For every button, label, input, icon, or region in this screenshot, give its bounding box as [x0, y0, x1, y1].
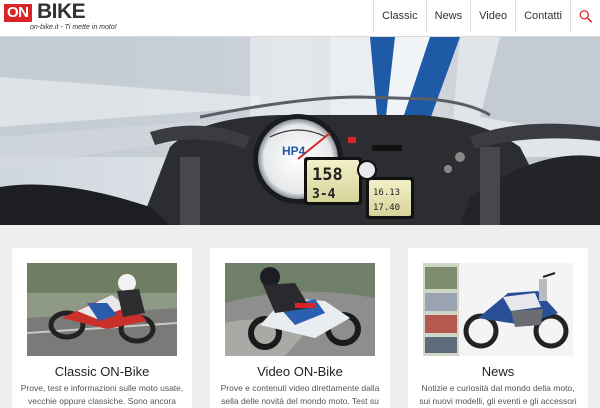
card-video-image[interactable]	[225, 263, 375, 356]
hero-image: HP4 158 3-4 16.13 17.40	[0, 37, 600, 225]
feature-cards: Classic ON-Bike Prove, test e informazio…	[12, 248, 592, 408]
search-icon	[579, 10, 592, 23]
site-logo[interactable]: ON BIKE on-bike.it - Ti mette in moto!	[4, 0, 124, 35]
card-video-title[interactable]: Video ON-Bike	[210, 364, 390, 379]
card-news-desc: Notizie e curiosità dal mondo della moto…	[419, 383, 577, 406]
card-classic-desc: Prove, test e informazioni sulle moto us…	[20, 383, 184, 406]
nav-item-classic[interactable]: Classic	[373, 0, 425, 32]
hero-banner: HP4 158 3-4 16.13 17.40	[0, 37, 600, 225]
card-news-title[interactable]: News	[408, 364, 588, 379]
card-news[interactable]: News Notizie e curiosità dal mondo della…	[408, 248, 588, 408]
nav-search-button[interactable]	[570, 0, 600, 32]
main-nav: Classic News Video Contatti	[373, 0, 600, 32]
news-bike-photo	[423, 263, 573, 356]
card-news-image[interactable]	[423, 263, 573, 356]
logo-bike-wordmark: BIKE	[37, 0, 86, 23]
card-classic-image[interactable]	[27, 263, 177, 356]
card-classic[interactable]: Classic ON-Bike Prove, test e informazio…	[12, 248, 192, 408]
logo-tagline: on-bike.it - Ti mette in moto!	[30, 24, 117, 31]
card-video[interactable]: Video ON-Bike Prove e contenuti video di…	[210, 248, 390, 408]
card-classic-title[interactable]: Classic ON-Bike	[12, 364, 192, 379]
classic-bike-photo	[27, 263, 177, 356]
video-bike-photo	[225, 263, 375, 356]
card-video-desc: Prove e contenuti video direttamente dal…	[220, 383, 380, 406]
dash-speed: 158	[312, 165, 343, 185]
dash-odo-top: 16.13	[373, 188, 400, 198]
nav-item-video[interactable]: Video	[470, 0, 515, 32]
nav-item-contatti[interactable]: Contatti	[515, 0, 570, 32]
logo-on-mark: ON	[4, 4, 32, 22]
nav-item-news[interactable]: News	[425, 0, 471, 32]
dash-logo: HP4	[282, 144, 306, 158]
dash-odo-bottom: 17.40	[373, 203, 400, 213]
site-header: ON BIKE on-bike.it - Ti mette in moto! C…	[0, 0, 600, 37]
dash-gear: 3-4	[312, 187, 336, 202]
